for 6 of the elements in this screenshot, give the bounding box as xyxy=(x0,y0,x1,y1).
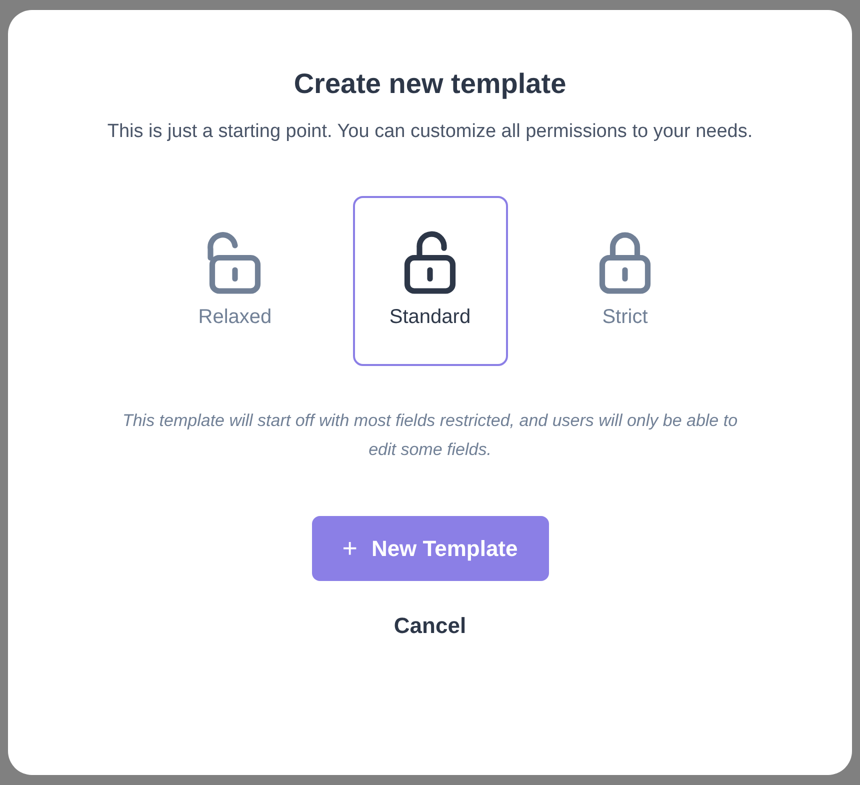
template-option[interactable]: Standard xyxy=(352,196,508,366)
cancel-button[interactable]: Cancel xyxy=(386,609,474,643)
dialog-title: Create new template xyxy=(294,68,566,100)
new-template-button[interactable]: + New Template xyxy=(312,516,548,581)
template-description: This template will start off with most fields restricted, and users will only be able to edit some fields. xyxy=(121,410,739,461)
dialog-subtitle: This is just a starting point. You can customize all permissions to your needs. xyxy=(106,120,754,144)
